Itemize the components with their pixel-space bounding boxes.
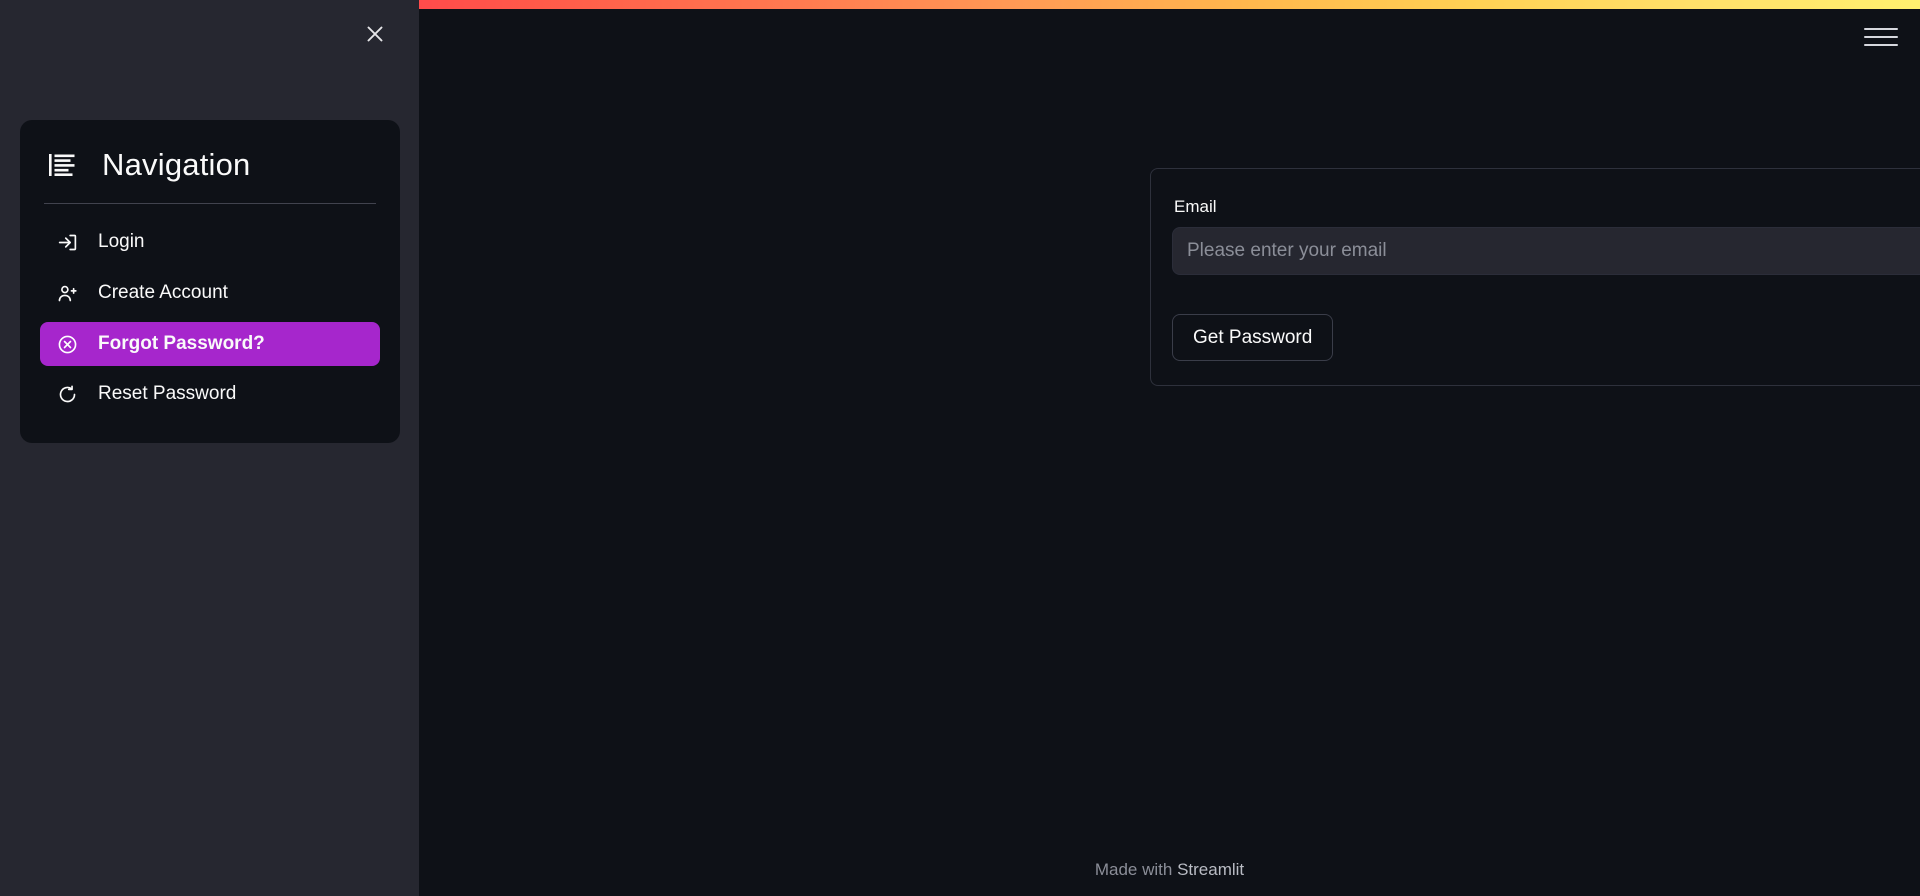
sidebar-item-create-account[interactable]: Create Account (40, 271, 380, 316)
app-root: Navigation Login Create Account Forgot P… (0, 0, 1920, 896)
forgot-password-form: Email Get Password (1150, 168, 1920, 386)
sidebar-item-reset-password[interactable]: Reset Password (40, 372, 380, 417)
close-icon (367, 26, 383, 42)
hamburger-menu-icon[interactable] (1864, 20, 1898, 54)
sidebar: Navigation Login Create Account Forgot P… (0, 0, 419, 896)
sidebar-item-label: Create Account (98, 281, 228, 303)
user-plus-icon (56, 282, 78, 304)
email-field-label: Email (1174, 197, 1217, 216)
email-input[interactable] (1172, 226, 1920, 275)
hamburger-line (1864, 44, 1898, 46)
sidebar-item-label: Forgot Password? (98, 332, 265, 354)
sidebar-item-label: Reset Password (98, 383, 237, 405)
login-arrow-icon (56, 231, 78, 253)
main-content: Email Get Password Made with Streamlit (419, 0, 1920, 896)
circle-x-icon (56, 333, 78, 355)
navigation-card: Navigation Login Create Account Forgot P… (20, 120, 400, 444)
hamburger-line (1864, 28, 1898, 30)
footer: Made with Streamlit (419, 860, 1920, 880)
get-password-button[interactable]: Get Password (1172, 313, 1334, 361)
footer-brand: Streamlit (1177, 860, 1245, 879)
sidebar-item-forgot-password[interactable]: Forgot Password? (40, 321, 380, 367)
page-title: Navigation (102, 147, 251, 182)
sidebar-item-label: Login (98, 231, 145, 253)
navigation-header: Navigation (20, 142, 400, 182)
rotate-ccw-icon (56, 384, 78, 406)
navigation-divider (44, 203, 376, 205)
list-menu-icon (46, 148, 80, 182)
top-gradient-bar (419, 0, 1920, 9)
sidebar-close-button[interactable] (357, 16, 393, 52)
hamburger-line (1864, 36, 1898, 38)
sidebar-item-login[interactable]: Login (40, 220, 380, 265)
navigation-list: Login Create Account Forgot Password? Re… (20, 220, 400, 417)
footer-prefix: Made with (1094, 860, 1178, 879)
